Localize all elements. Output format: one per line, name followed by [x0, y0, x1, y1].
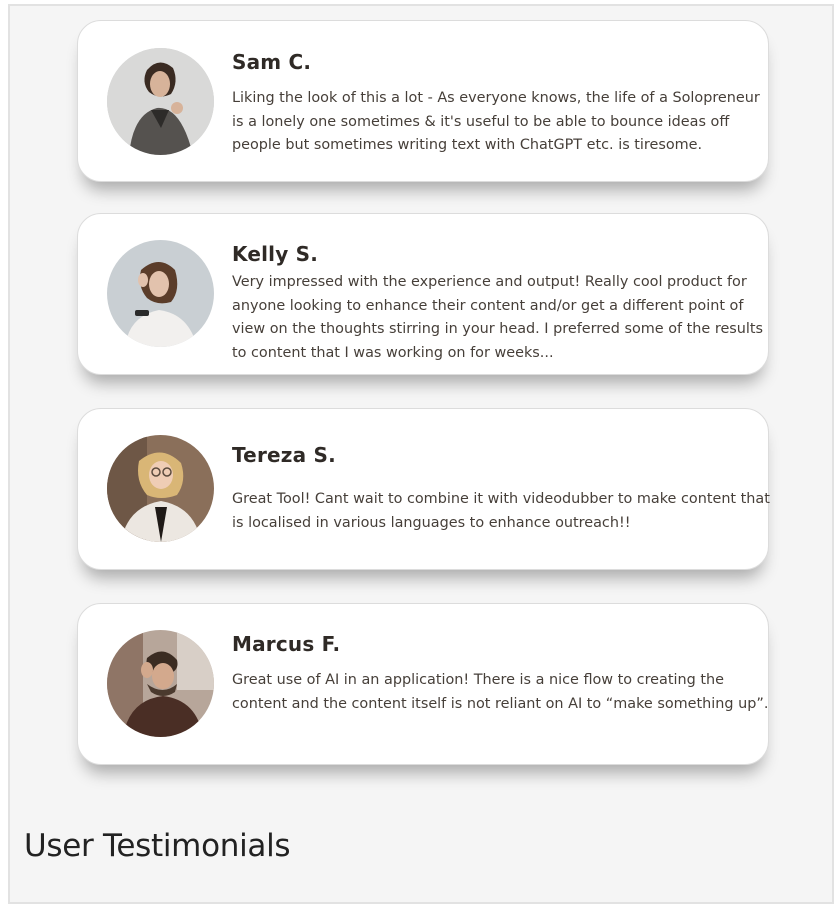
avatar [107, 48, 214, 155]
testimonials-section: Sam C. Liking the look of this a lot - A… [8, 4, 834, 904]
avatar [107, 435, 214, 542]
testimonial-card: Kelly S. Very impressed with the experie… [77, 213, 769, 375]
testimonial-author: Marcus F. [232, 632, 341, 656]
person-photo-icon [107, 48, 214, 155]
avatar [107, 630, 214, 737]
person-photo-icon [107, 240, 214, 347]
testimonial-author: Kelly S. [232, 242, 319, 266]
testimonial-card: Tereza S. Great Tool! Cant wait to combi… [77, 408, 770, 570]
testimonial-text: Very impressed with the experience and o… [232, 274, 764, 361]
testimonial-text: Great Tool! Cant wait to combine it with… [232, 491, 770, 531]
testimonial-author: Sam C. [232, 50, 312, 74]
testimonial-card: Sam C. Liking the look of this a lot - A… [77, 20, 769, 182]
person-photo-icon [107, 630, 214, 737]
person-photo-icon [107, 435, 214, 542]
section-title: User Testimonials [24, 828, 291, 864]
avatar [107, 240, 214, 347]
testimonial-text: Liking the look of this a lot - As every… [232, 90, 760, 153]
testimonial-card: Marcus F. Great use of AI in an applicat… [77, 603, 769, 765]
testimonial-author: Tereza S. [232, 443, 336, 467]
testimonial-text: Great use of AI in an application! There… [232, 672, 769, 712]
